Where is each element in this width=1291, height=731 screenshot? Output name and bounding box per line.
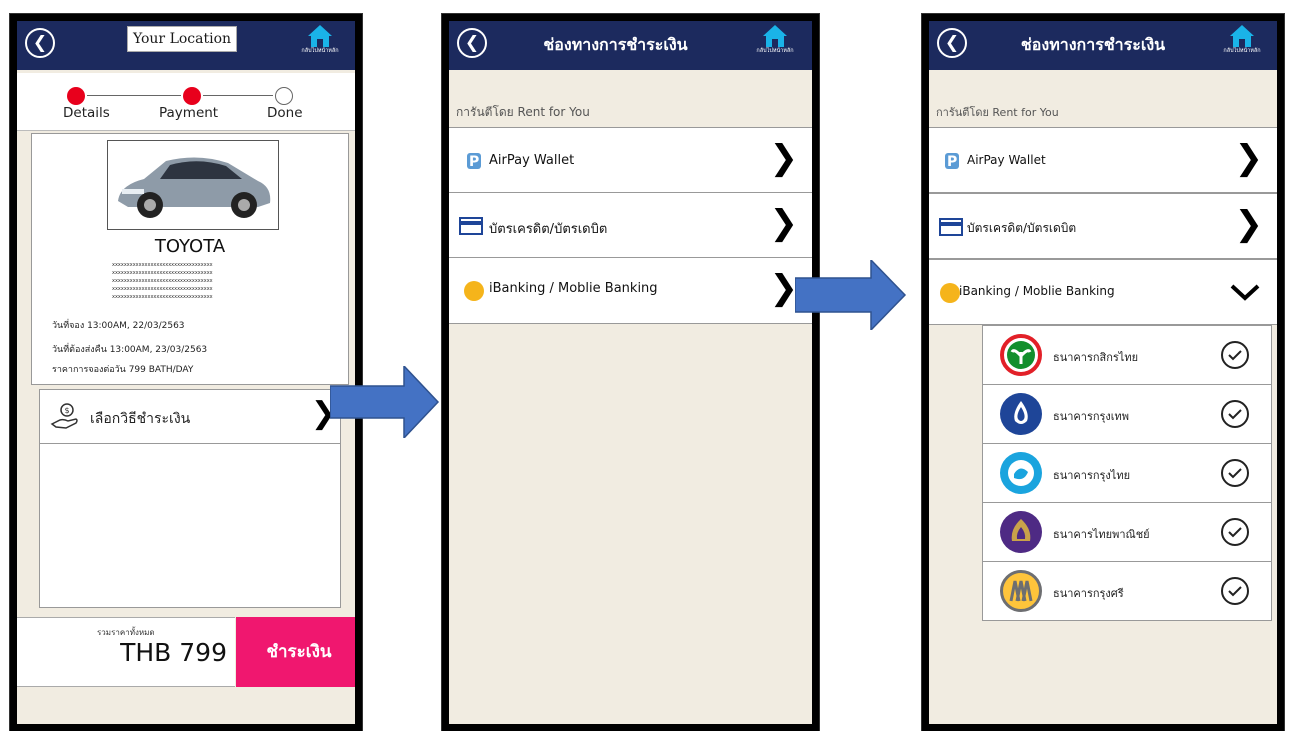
back-arrow-icon: ❮ — [32, 32, 48, 53]
option-label: iBanking / Moblie Banking — [959, 284, 1115, 298]
scb-logo-icon — [1000, 511, 1042, 553]
bank-option-bangkok[interactable]: ธนาคารกรุงเทพ — [982, 384, 1272, 444]
car-brand: TOYOTA — [154, 236, 226, 257]
return-date: วันที่ต้องส่งคืน 13:00AM, 23/03/2563 — [52, 345, 208, 355]
option-credit-card[interactable]: บัตรเครดิต/บัตรเดบิต ❯ — [929, 193, 1277, 259]
home-label: กลับไปหน้าหลัก — [301, 48, 339, 54]
check-circle-icon — [1221, 400, 1249, 428]
back-button[interactable]: ❮ — [25, 28, 55, 58]
option-label: AirPay Wallet — [967, 153, 1046, 167]
payment-channel-expanded-screen: ❮ ช่องทางการชำระเงิน กลับไปหน้าหลัก การั… — [922, 14, 1284, 731]
step-dot-payment — [183, 87, 201, 105]
hand-coin-icon: $ — [50, 403, 78, 429]
check-circle-icon — [1221, 459, 1249, 487]
select-payment-label: เลือกวิธีชำระเงิน — [90, 411, 191, 427]
location-field[interactable]: Your Location — [127, 26, 237, 52]
bank-name: ธนาคารกสิกรไทย — [1053, 351, 1139, 364]
step-connector — [87, 95, 181, 96]
step-label-payment: Payment — [159, 105, 219, 121]
home-label: กลับไปหน้าหลัก — [1223, 48, 1261, 54]
total-amount: THB 799 — [120, 638, 227, 667]
select-payment-row[interactable]: $ เลือกวิธีชำระเงิน ❯ — [39, 389, 341, 444]
home-button[interactable]: กลับไปหน้าหลัก — [744, 24, 806, 64]
total-price-box: รวมราคาทั้งหมด THB 799 — [17, 617, 235, 687]
svg-text:$: $ — [65, 406, 70, 415]
krungsri-logo-icon — [1000, 570, 1042, 612]
krungthai-logo-icon — [1000, 452, 1042, 494]
flow-arrow-icon — [795, 260, 907, 330]
check-circle-icon — [1221, 341, 1249, 369]
chevron-right-icon: ❯ — [769, 268, 799, 308]
check-circle-icon — [1221, 518, 1249, 546]
home-icon — [308, 25, 332, 47]
placeholder-line: xxxxxxxxxxxxxxxxxxxxxxxxxxxxxxxxxx — [112, 270, 213, 276]
step-dot-details — [67, 87, 85, 105]
bank-name: ธนาคารกรุงเทพ — [1053, 410, 1130, 423]
chevron-right-icon: ❯ — [1234, 204, 1264, 244]
chevron-right-icon: ❯ — [769, 138, 799, 178]
payment-detail-area — [39, 443, 341, 608]
kasikorn-logo-icon — [1000, 334, 1042, 376]
booking-date: วันที่จอง 13:00AM, 22/03/2563 — [52, 321, 185, 331]
chevron-right-icon: ❯ — [769, 203, 799, 243]
bank-option-krungthai[interactable]: ธนาคารกรุงไทย — [982, 443, 1272, 503]
credit-card-icon — [459, 217, 483, 235]
placeholder-line: xxxxxxxxxxxxxxxxxxxxxxxxxxxxxxxxxx — [112, 278, 213, 284]
airpay-icon: P — [467, 153, 481, 170]
bank-name: ธนาคารกรุงศรี — [1053, 587, 1124, 600]
bank-option-krungsri[interactable]: ธนาคารกรุงศรี — [982, 561, 1272, 621]
top-bar: ❮ Your Location กลับไปหน้าหลัก — [17, 21, 355, 70]
option-credit-card[interactable]: บัตรเครดิต/บัตรเดบิต ❯ — [449, 192, 812, 258]
option-label: บัตรเครดิต/บัตรเดบิต — [489, 222, 608, 237]
car-details-card: TOYOTA xxxxxxxxxxxxxxxxxxxxxxxxxxxxxxxxx… — [31, 133, 349, 385]
home-label: กลับไปหน้าหลัก — [756, 48, 794, 54]
coin-icon — [464, 281, 484, 301]
step-connector — [203, 95, 273, 96]
coin-icon — [940, 283, 960, 303]
chevron-right-icon: ❯ — [1234, 138, 1264, 178]
svg-text:P: P — [947, 154, 957, 170]
home-icon — [763, 25, 787, 47]
home-button[interactable]: กลับไปหน้าหลัก — [1213, 24, 1271, 64]
payment-channel-screen: ❮ ช่องทางการชำระเงิน กลับไปหน้าหลัก การั… — [442, 14, 819, 731]
option-label: iBanking / Moblie Banking — [489, 281, 658, 296]
option-ibanking[interactable]: iBanking / Moblie Banking ❯ — [449, 257, 812, 324]
placeholder-line: xxxxxxxxxxxxxxxxxxxxxxxxxxxxxxxxxx — [112, 262, 213, 268]
bank-name: ธนาคารไทยพาณิชย์ — [1053, 528, 1150, 541]
credit-card-icon — [939, 218, 963, 236]
pay-button[interactable]: ชำระเงิน — [236, 617, 355, 687]
bank-option-scb[interactable]: ธนาคารไทยพาณิชย์ — [982, 502, 1272, 562]
svg-text:P: P — [469, 154, 479, 170]
price-per-day: ราคาการจองต่อวัน 799 BATH/DAY — [52, 365, 194, 375]
guarantee-label: การันตีโดย Rent for You — [936, 106, 1059, 119]
home-button[interactable]: กลับไปหน้าหลัก — [291, 24, 349, 64]
airpay-icon: P — [945, 153, 959, 170]
booking-screen: ❮ Your Location กลับไปหน้าหลัก Details P… — [10, 14, 362, 731]
car-image — [107, 140, 279, 230]
progress-steps: Details Payment Done — [17, 73, 355, 131]
chevron-down-icon — [1230, 284, 1260, 301]
bangkok-bank-logo-icon — [1000, 393, 1042, 435]
home-icon — [1230, 25, 1254, 47]
guarantee-label: การันตีโดย Rent for You — [456, 105, 590, 119]
step-dot-done — [275, 87, 293, 105]
bank-option-kasikorn[interactable]: ธนาคารกสิกรไทย — [982, 325, 1272, 385]
step-label-done: Done — [267, 105, 303, 121]
check-circle-icon — [1221, 577, 1249, 605]
option-airpay-wallet[interactable]: P AirPay Wallet ❯ — [929, 127, 1277, 193]
top-bar: ❮ ช่องทางการชำระเงิน กลับไปหน้าหลัก — [449, 21, 812, 70]
option-airpay-wallet[interactable]: P AirPay Wallet ❯ — [449, 127, 812, 193]
option-label: บัตรเครดิต/บัตรเดบิต — [967, 221, 1077, 235]
placeholder-line: xxxxxxxxxxxxxxxxxxxxxxxxxxxxxxxxxx — [112, 286, 213, 292]
placeholder-line: xxxxxxxxxxxxxxxxxxxxxxxxxxxxxxxxxx — [112, 294, 213, 300]
option-label: AirPay Wallet — [489, 153, 575, 168]
bank-name: ธนาคารกรุงไทย — [1053, 469, 1131, 482]
flow-arrow-icon — [330, 366, 440, 438]
car-icon — [118, 157, 271, 218]
step-label-details: Details — [63, 105, 110, 121]
top-bar: ❮ ช่องทางการชำระเงิน กลับไปหน้าหลัก — [929, 21, 1277, 70]
option-ibanking[interactable]: iBanking / Moblie Banking — [929, 259, 1277, 325]
